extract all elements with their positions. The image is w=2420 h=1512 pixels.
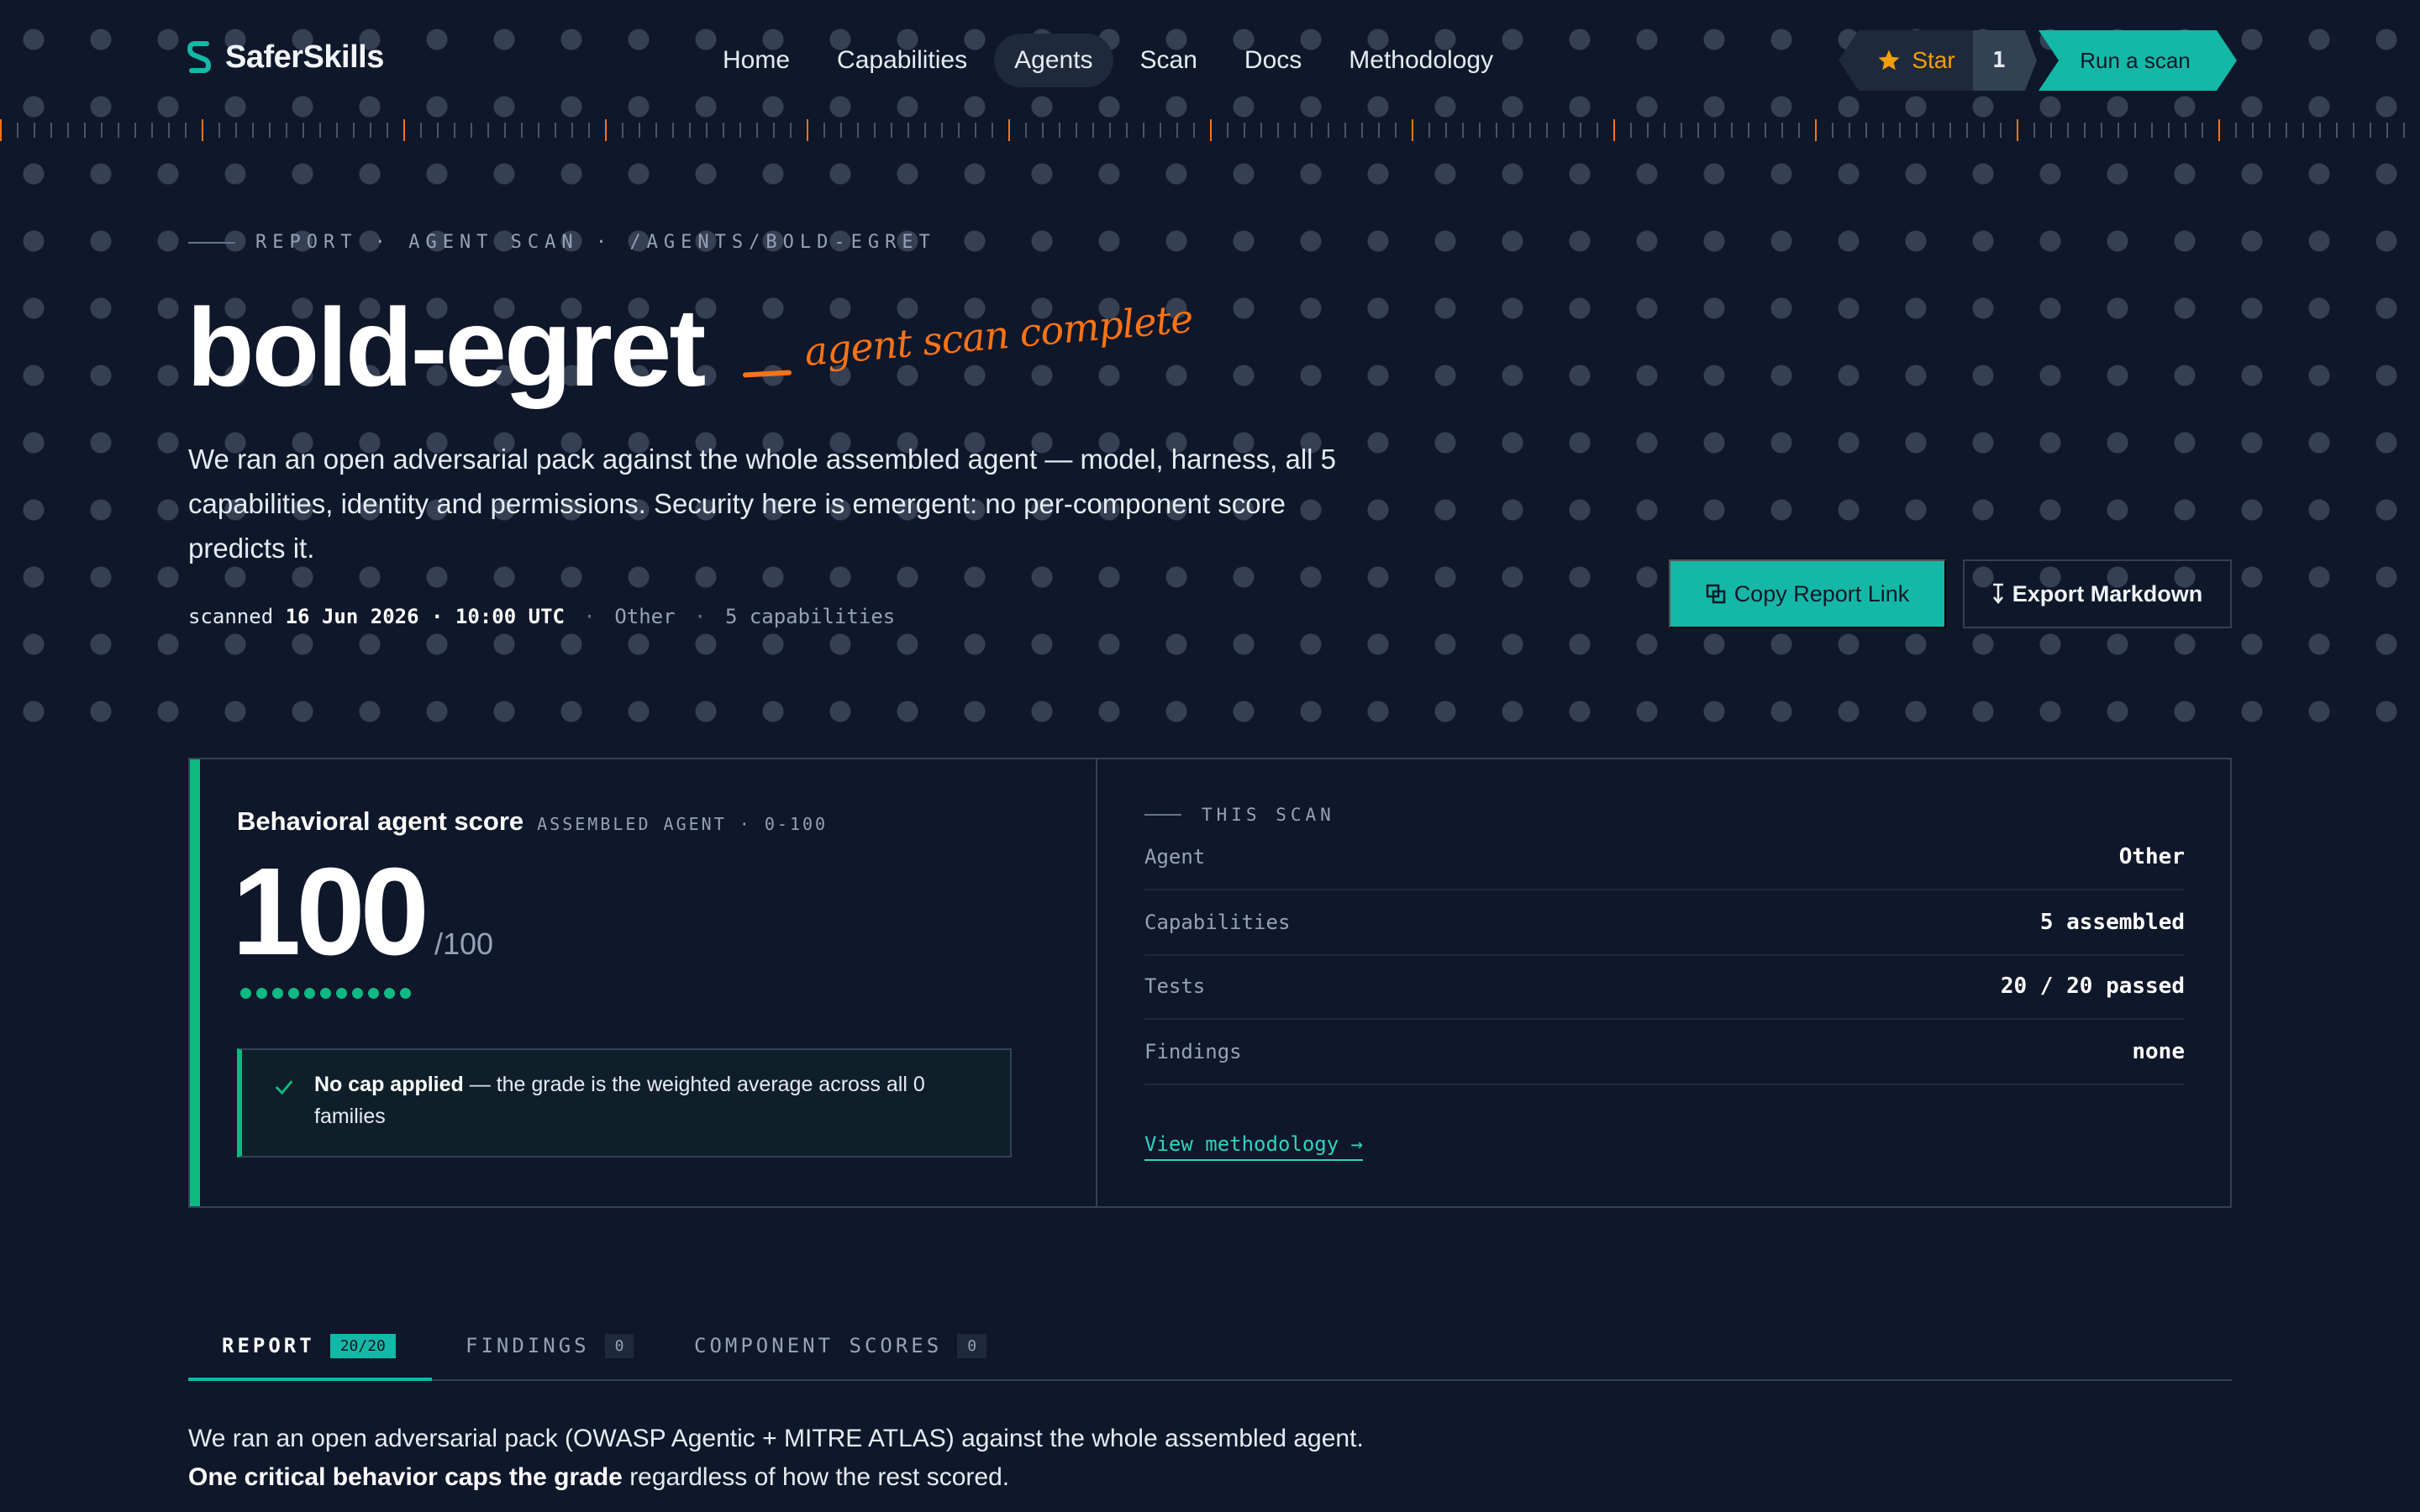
row-value: 5 assembled [2039, 910, 2185, 935]
tab-label: COMPONENT SCORES [694, 1334, 943, 1357]
tab-component-scores[interactable]: COMPONENT SCORES 0 [694, 1310, 987, 1381]
export-markdown-button[interactable]: Export Markdown [1963, 559, 2232, 628]
report-tabs: REPORT 20/20 FINDINGS 0 COMPONENT SCORES… [188, 1310, 2232, 1381]
row-value: none [2132, 1039, 2185, 1064]
score-card: Behavioral agent score ASSEMBLED AGENT ·… [188, 758, 2232, 1208]
this-scan-title: THIS SCAN [1202, 805, 1335, 825]
tab-label: FINDINGS [466, 1334, 590, 1357]
export-markdown-label: Export Markdown [2012, 580, 2203, 606]
star-label: Star [1912, 47, 1955, 73]
score-dot [352, 988, 363, 999]
score-dot [304, 988, 315, 999]
score-dot [384, 988, 395, 999]
score-dot [240, 988, 251, 999]
nav-methodology[interactable]: Methodology [1328, 34, 1513, 87]
report-line-2: One critical behavior caps the grade reg… [188, 1458, 1364, 1497]
report-intro: We ran an open adversarial pack (OWASP A… [188, 1420, 1364, 1497]
breadcrumb: REPORT · AGENT SCAN · /AGENTS/BOLD-EGRET [188, 232, 936, 253]
card-divider [1096, 759, 1097, 1206]
scan-row-agent: Agent Other [1144, 825, 2185, 890]
nav-links: Home Capabilities Agents Scan Docs Metho… [702, 34, 1513, 87]
nav-agents[interactable]: Agents [994, 34, 1113, 87]
score-dot [256, 988, 267, 999]
top-nav: SaferSkills Home Capabilities Agents Sca… [0, 0, 2420, 121]
callout-bold: No cap applied [314, 1073, 464, 1096]
row-key: Capabilities [1144, 911, 1291, 934]
report-line-2-bold: One critical behavior caps the grade [188, 1463, 623, 1491]
scan-meta: scanned 16 Jun 2026 · 10:00 UTC · Other … [188, 605, 895, 628]
annotation-dash [742, 370, 792, 378]
star-icon [1878, 50, 1900, 71]
meta-scanned-label: scanned [188, 605, 274, 628]
download-arrow-icon [1992, 583, 2003, 604]
ruler-divider [0, 119, 2420, 141]
score-dot [368, 988, 379, 999]
row-key: Findings [1144, 1040, 1242, 1063]
tab-badge: 20/20 [329, 1333, 396, 1358]
github-star-group: Star 1 [1839, 30, 2037, 91]
score-number: 100 [232, 843, 429, 981]
tab-badge: 0 [957, 1333, 987, 1358]
copy-icon [1706, 584, 1725, 604]
callout-text: No cap applied — the grade is the weight… [314, 1068, 970, 1132]
row-key: Agent [1144, 845, 1206, 869]
meta-time: 10:00 UTC [455, 605, 565, 628]
meta-separator-2: · [694, 605, 707, 628]
nav-home[interactable]: Home [702, 34, 810, 87]
nav-scan[interactable]: Scan [1120, 34, 1218, 87]
brand-name: SaferSkills [225, 39, 384, 75]
meta-date: 16 Jun 2026 [285, 605, 419, 628]
view-methodology-link[interactable]: View methodology → [1144, 1132, 1364, 1161]
score-max: /100 [434, 927, 494, 961]
run-scan-button[interactable]: Run a scan [2039, 30, 2237, 91]
tab-report[interactable]: REPORT 20/20 [222, 1310, 396, 1381]
this-scan-rule [1144, 814, 1181, 816]
score-value: 100/100 [232, 847, 493, 977]
breadcrumb-rule [188, 241, 235, 244]
score-dot [336, 988, 347, 999]
hero-description: We ran an open adversarial pack against … [188, 444, 1337, 564]
scan-row-tests: Tests 20 / 20 passed [1144, 954, 2185, 1020]
nav-docs[interactable]: Docs [1224, 34, 1322, 87]
score-dots [240, 988, 411, 999]
meta-dot: · [431, 605, 444, 628]
meta-separator-1: · [583, 605, 596, 628]
tab-findings[interactable]: FINDINGS 0 [466, 1310, 634, 1381]
breadcrumb-text: REPORT · AGENT SCAN · /AGENTS/BOLD-EGRET [255, 232, 936, 253]
scan-row-capabilities: Capabilities 5 assembled [1144, 890, 2185, 956]
score-dot [400, 988, 411, 999]
no-cap-callout: No cap applied — the grade is the weight… [237, 1048, 1012, 1158]
meta-capabilities: 5 capabilities [724, 605, 896, 628]
active-tab-underline [188, 1378, 432, 1381]
page-title: bold-egret [187, 286, 706, 409]
score-title: Behavioral agent score [237, 806, 524, 836]
scan-row-findings: Findings none [1144, 1020, 2185, 1085]
copy-report-link-button[interactable]: Copy Report Link [1669, 559, 1946, 628]
nav-capabilities[interactable]: Capabilities [817, 34, 987, 87]
star-count: 1 [1973, 30, 2037, 91]
card-accent-bar [190, 759, 200, 1206]
saferskills-logo-icon [187, 41, 212, 73]
this-scan-heading: THIS SCAN [1144, 805, 1335, 825]
row-value: Other [2118, 844, 2185, 869]
brand[interactable]: SaferSkills [187, 39, 384, 76]
score-heading: Behavioral agent score ASSEMBLED AGENT ·… [237, 806, 828, 837]
star-button[interactable]: Star [1839, 30, 1973, 91]
tab-badge: 0 [604, 1333, 634, 1358]
tab-label: REPORT [222, 1334, 315, 1357]
score-subtitle: ASSEMBLED AGENT · 0-100 [537, 814, 829, 834]
annotation-text: agent scan complete [802, 295, 1195, 375]
score-dot [288, 988, 299, 999]
score-dot [320, 988, 331, 999]
check-icon [275, 1080, 293, 1095]
meta-agent: Other [614, 605, 676, 628]
score-dot [272, 988, 283, 999]
row-value: 20 / 20 passed [2000, 974, 2185, 999]
copy-report-link-label: Copy Report Link [1733, 580, 1910, 606]
row-key: Tests [1144, 974, 1206, 998]
report-line-2-rest: regardless of how the rest scored. [622, 1463, 1010, 1491]
report-line-1: We ran an open adversarial pack (OWASP A… [188, 1425, 1364, 1452]
